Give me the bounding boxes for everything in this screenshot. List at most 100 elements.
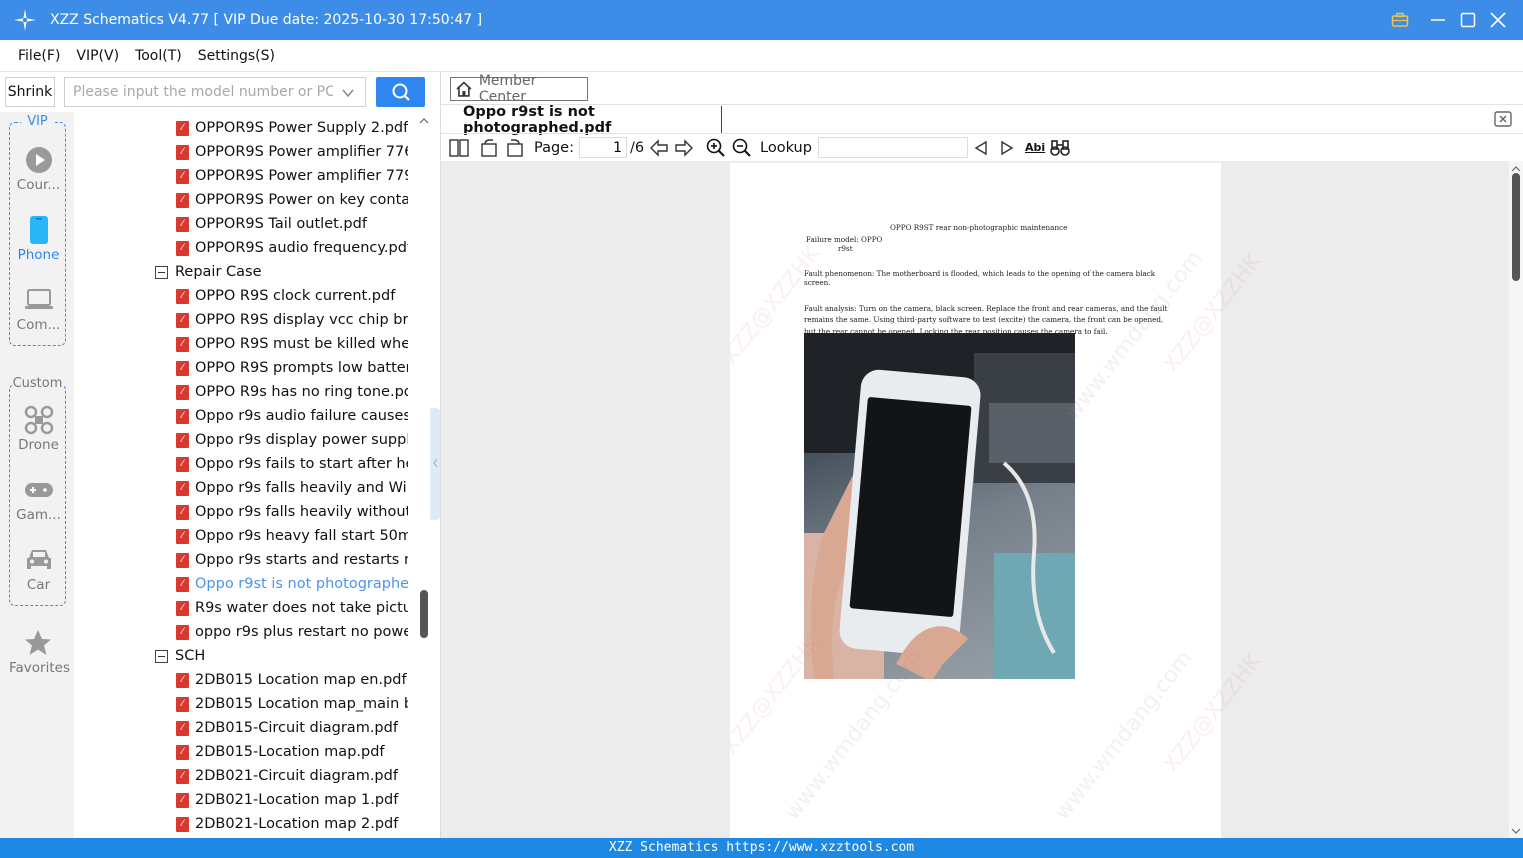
tree-file[interactable]: ⁄ 2DB021-Location map 1.pdf <box>176 788 408 812</box>
file-tree: ⁄ OPPOR9S Power Supply 2.pdf ⁄ OPPOR9S Powe… <box>74 112 432 838</box>
category-game[interactable]: Gam... <box>10 473 67 523</box>
pdf-file-icon: ⁄ <box>176 672 189 688</box>
tree-file[interactable]: ⁄ 2DB021-Circuit diagram.pdf <box>176 764 408 788</box>
tree-scrollbar[interactable] <box>419 112 429 838</box>
pdf-viewer[interactable]: OPPO R9ST rear non-photographic maintena… <box>441 161 1509 838</box>
tree-file[interactable]: ⁄ OPPO R9s has no ring tone.pdf <box>176 380 408 404</box>
menu-settings[interactable]: Settings(S) <box>198 48 275 64</box>
pdf-file-icon: ⁄ <box>176 456 189 472</box>
tree-file[interactable]: ⁄ OPPO R9S prompts low battery. <box>176 356 408 380</box>
category-rail: VIP Cour... Phone Com... Custom Drone Ga… <box>0 112 74 838</box>
tree-row-label: 2DB015 Location map_main bo <box>195 696 408 712</box>
next-page-icon[interactable] <box>674 134 694 161</box>
tree-row-label: 2DB015-Location map.pdf <box>195 744 385 760</box>
tree-file[interactable]: ⁄ OPPO R9S clock current.pdf <box>176 284 408 308</box>
scroll-up-icon[interactable] <box>419 116 429 126</box>
tree-file[interactable]: ⁄ OPPOR9S Tail outlet.pdf <box>176 212 408 236</box>
tree-file[interactable]: ⁄ 2DB015 Location map_main bo <box>176 692 408 716</box>
window-title: XZZ Schematics V4.77 [ VIP Due date: 202… <box>50 12 483 28</box>
document-tab[interactable]: Oppo r9st is not photographed.pdf <box>452 104 722 136</box>
pdf-file-icon: ⁄ <box>176 336 189 352</box>
find-previous-icon[interactable] <box>974 134 988 161</box>
category-car[interactable]: Car <box>10 543 67 593</box>
tree-folder[interactable]: Repair Case <box>155 260 395 284</box>
category-label: Com... <box>16 317 61 333</box>
viewer-scroll-thumb[interactable] <box>1512 173 1520 281</box>
pdf-phenomenon: Fault phenomenon: The motherboard is flo… <box>804 269 1156 278</box>
tree-row-label: 2DB015 Location map en.pdf <box>195 672 407 688</box>
tree-file[interactable]: ⁄ OPPOR9S Power amplifier 7791 <box>176 164 408 188</box>
custom-group-label: Custom <box>11 376 64 391</box>
tree-file[interactable]: ⁄ Oppo r9s falls heavily and WiFi <box>176 476 408 500</box>
tree-file[interactable]: ⁄ 2DB015-Circuit diagram.pdf <box>176 716 408 740</box>
tree-row-label: 2DB021-Circuit diagram.pdf <box>195 768 398 784</box>
category-drone[interactable]: Drone <box>10 403 67 453</box>
tree-row-label: SCH <box>175 648 206 664</box>
tree-file[interactable]: ⁄ 2DB015-Location map.pdf <box>176 740 408 764</box>
menu-vip[interactable]: VIP(V) <box>76 48 119 64</box>
tree-file[interactable]: ⁄ Oppo r9s heavy fall start 50mA s <box>176 524 408 548</box>
member-center-button[interactable]: Member Center <box>450 73 588 105</box>
menu-tool[interactable]: Tool(T) <box>135 48 182 64</box>
binoculars-icon[interactable] <box>1050 134 1070 161</box>
pdf-file-icon: ⁄ <box>176 192 189 208</box>
tree-file[interactable]: ⁄ oppo r9s plus restart no power o <box>176 620 408 644</box>
tree-file[interactable]: ⁄ OPPO R9S must be killed when <box>176 332 408 356</box>
chevron-down-icon[interactable] <box>341 85 355 104</box>
tree-file[interactable]: ⁄ Oppo r9s display power supply ( <box>176 428 408 452</box>
pdf-toolbar: Page: /6 Lookup Abi <box>441 134 1523 161</box>
tree-row-label: oppo r9s plus restart no power o <box>195 624 408 640</box>
tree-file[interactable]: ⁄ OPPOR9S Power Supply 2.pdf <box>176 116 408 140</box>
tree-file[interactable]: ⁄ Oppo r9s starts and restarts repe <box>176 548 408 572</box>
tree-file[interactable]: ⁄ R9s water does not take picture <box>176 596 408 620</box>
favorites[interactable]: Favorites <box>9 626 70 676</box>
tree-file[interactable]: ⁄ 2DB021-Location map 2.pdf <box>176 812 408 836</box>
tree-file[interactable]: ⁄ Oppo r9st is not photographed. <box>176 572 408 596</box>
maximize-icon[interactable] <box>1453 5 1483 35</box>
menu-file[interactable]: File(F) <box>18 48 60 64</box>
phone-photo <box>804 333 1075 679</box>
close-document-icon[interactable] <box>1494 110 1512 128</box>
rotate-left-icon[interactable] <box>479 134 499 161</box>
match-case-icon[interactable]: Abi <box>1025 134 1045 161</box>
category-computer[interactable]: Com... <box>10 283 67 333</box>
search-input[interactable] <box>73 84 333 100</box>
close-icon[interactable] <box>1483 5 1513 35</box>
pdf-file-icon: ⁄ <box>176 768 189 784</box>
category-courses[interactable]: Cour... <box>10 143 67 193</box>
tree-file[interactable]: ⁄ Oppo r9s audio failure causes sl <box>176 404 408 428</box>
lookup-input[interactable] <box>818 137 968 158</box>
tree-file[interactable]: ⁄ OPPOR9S Power amplifier 7764 <box>176 140 408 164</box>
scroll-down-icon[interactable] <box>1509 826 1523 836</box>
previous-page-icon[interactable] <box>649 134 669 161</box>
pdf-file-icon: ⁄ <box>176 696 189 712</box>
tree-file[interactable]: ⁄ Oppo r9s falls heavily without ta <box>176 500 408 524</box>
tree-folder[interactable]: SCH <box>155 644 395 668</box>
tree-file[interactable]: ⁄ OPPOR9S Power on key contact <box>176 188 408 212</box>
minimize-icon[interactable] <box>1423 5 1453 35</box>
two-page-icon[interactable] <box>449 134 469 161</box>
tree-file[interactable]: ⁄ OPPOR9S audio frequency.pdf <box>176 236 408 260</box>
shrink-button[interactable]: Shrink <box>5 77 55 107</box>
tree-file[interactable]: ⁄ Oppo r9s fails to start after heav <box>176 452 408 476</box>
collapse-icon <box>155 265 168 279</box>
tree-scroll-thumb[interactable] <box>420 590 428 638</box>
play-icon <box>10 143 67 177</box>
zoom-in-icon[interactable] <box>706 134 725 161</box>
find-next-icon[interactable] <box>1000 134 1014 161</box>
zoom-out-icon[interactable] <box>732 134 751 161</box>
menu-bar: File(F) VIP(V) Tool(T) Settings(S) <box>0 40 1523 72</box>
tree-file[interactable]: ⁄ OPPO R9S display vcc chip brok <box>176 308 408 332</box>
search-button[interactable] <box>376 77 425 107</box>
page-number-input[interactable] <box>579 137 627 158</box>
search-field[interactable] <box>64 77 366 107</box>
category-phone[interactable]: Phone <box>10 213 67 263</box>
tree-row-label: OPPOR9S Power amplifier 7764 <box>195 144 408 160</box>
rotate-right-icon[interactable] <box>505 134 525 161</box>
briefcase-icon[interactable] <box>1385 5 1415 35</box>
vip-group-label: VIP <box>20 114 55 129</box>
gamepad-icon <box>10 473 67 507</box>
tree-file[interactable]: ⁄ 2DB015 Location map en.pdf <box>176 668 408 692</box>
pdf-file-icon: ⁄ <box>176 360 189 376</box>
drone-icon <box>10 403 67 437</box>
